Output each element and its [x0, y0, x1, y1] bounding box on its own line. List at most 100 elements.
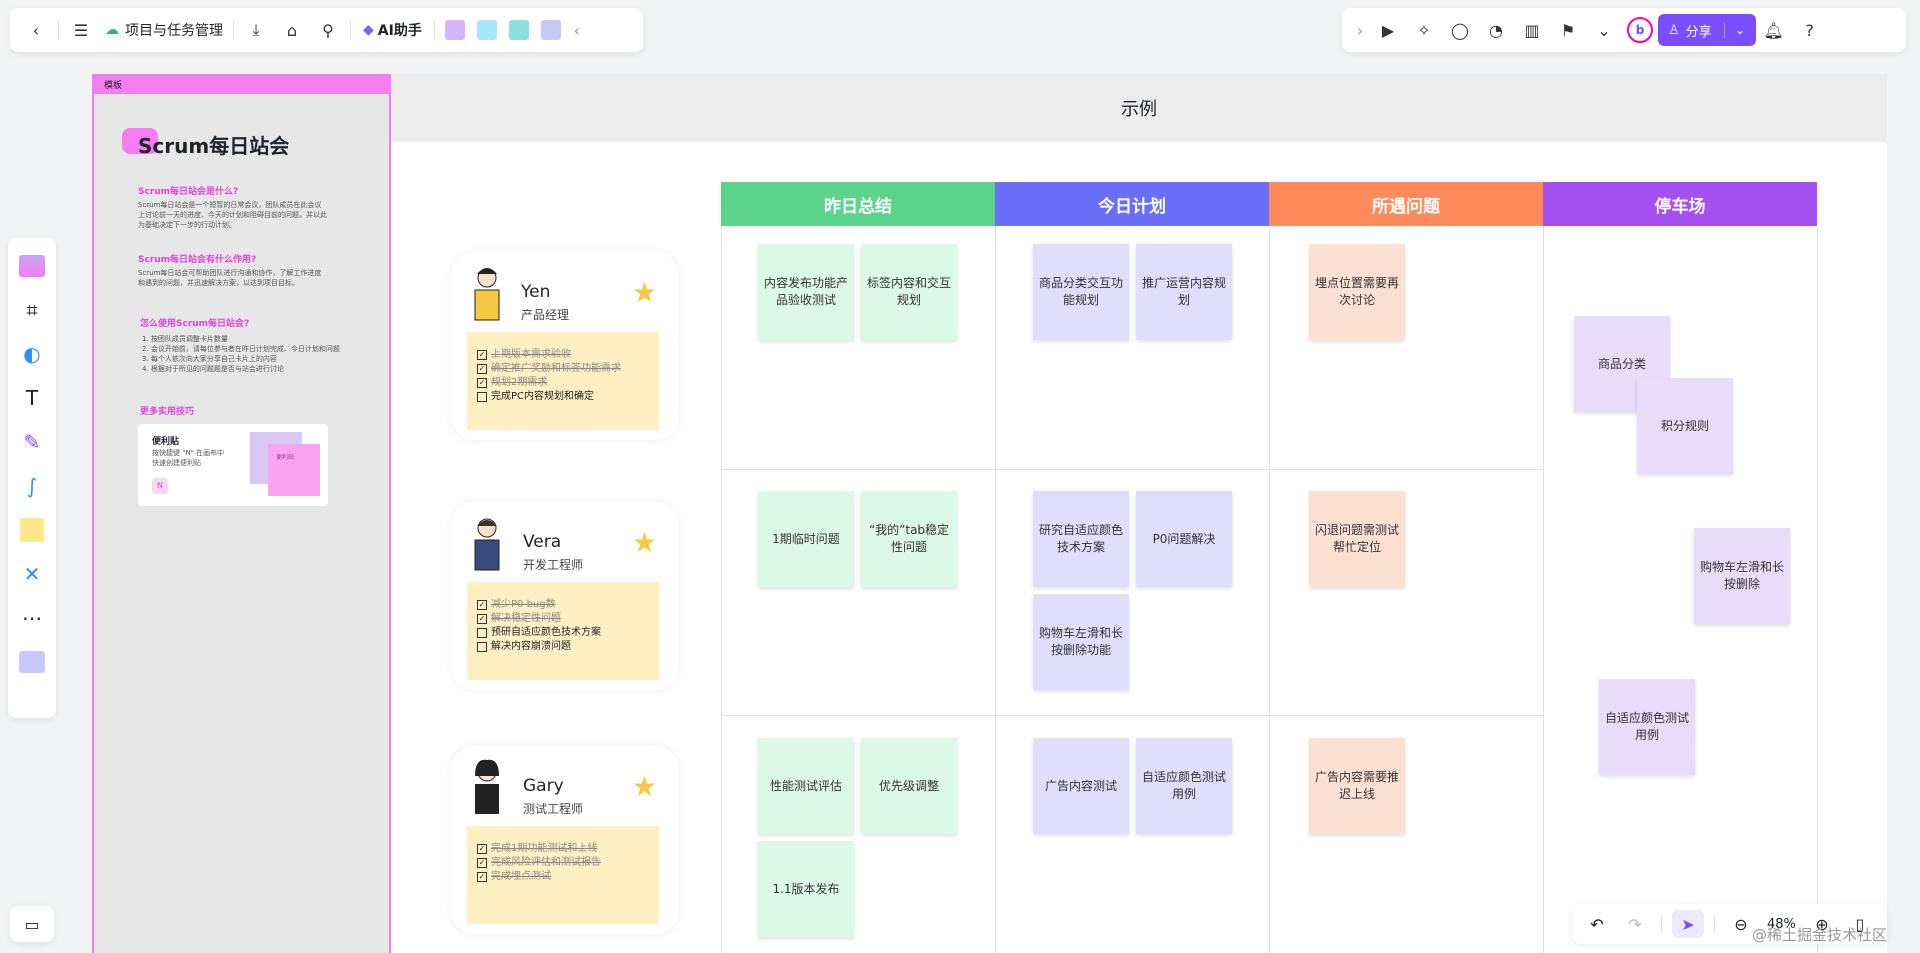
image-insert-icon[interactable]	[444, 20, 465, 40]
checkbox[interactable]	[477, 642, 487, 652]
connector-icon[interactable]: ∫	[12, 464, 52, 508]
sticky-note[interactable]: 埋点位置需要再次讨论	[1309, 244, 1405, 340]
tip-card: 便利贴 按快捷键 "N" 在画布中 快速创建便利贴 N 便利贴	[138, 424, 328, 506]
sticky-note[interactable]: 积分规则	[1637, 378, 1733, 474]
person-card-yen[interactable]: Yen 产品经理 ★ ✓ 上期版本需求验收 ✓ 确定推广奖励和标签功能需求 ✓ 规划2…	[451, 252, 679, 440]
sticky-note[interactable]: 广告内容需要推迟上线	[1309, 738, 1405, 834]
sticky-note[interactable]: 自适应颜色测试用例	[1136, 738, 1232, 834]
sticky-note[interactable]: 推广运营内容规划	[1136, 244, 1232, 340]
grid-line	[995, 226, 996, 953]
more-chevron-icon[interactable]: ⌄	[1586, 14, 1622, 46]
present-icon[interactable]: ▶	[1370, 14, 1406, 46]
menu-icon[interactable]: ☰	[63, 14, 99, 46]
checkbox-checked[interactable]: ✓	[477, 378, 487, 388]
doc-title[interactable]: ☁ 项目与任务管理	[99, 20, 229, 40]
template-q1: Scrum每日站会是什么?	[138, 187, 239, 197]
sticky-note[interactable]: 性能测试评估	[758, 738, 854, 834]
checkbox-checked[interactable]: ✓	[477, 844, 487, 854]
todo-item[interactable]: 完成PC内容规划和确定	[477, 390, 649, 404]
expand-chevron-icon[interactable]: ›	[1350, 14, 1370, 46]
person-avatar	[474, 518, 500, 571]
follow-icon[interactable]: ⚑	[1550, 14, 1586, 46]
template-a1: Scrum每日站会是一个短暂的日常会议，团队成员在此会议上讨论前一天的进度、今天…	[138, 201, 327, 229]
todo-item[interactable]: 解决内容崩溃问题	[477, 640, 649, 654]
text-icon[interactable]: T	[12, 376, 52, 420]
checkbox-checked[interactable]: ✓	[477, 858, 487, 868]
redo-icon[interactable]: ↷	[1619, 910, 1651, 938]
sticky-note[interactable]: 1.1版本发布	[758, 841, 854, 937]
sticky-note[interactable]: 购物车左滑和长按删除	[1694, 528, 1790, 624]
todo-text: 完成埋点测试	[491, 871, 551, 882]
person-card-gary[interactable]: Gary 测试工程师 ★ ✓ 完成1期功能测试和上线 ✓ 完成风险评估和测试报告 ✓…	[451, 746, 679, 934]
person-card-vera[interactable]: Vera 开发工程师 ★ ✓ 减少P0 bug数 ✓ 解决稳定性问题 预研自适应颜色…	[451, 502, 679, 690]
mindmap-icon[interactable]: ✕	[12, 552, 52, 596]
todo-item[interactable]: 预研自适应颜色技术方案	[477, 626, 649, 640]
tip-text2: 快速创建便利贴	[152, 459, 201, 467]
celebrate-icon[interactable]: ✧	[1406, 14, 1442, 46]
todo-item[interactable]: ✓ 减少P0 bug数	[477, 598, 649, 612]
flow-app-icon[interactable]	[508, 20, 529, 40]
checkbox-checked[interactable]: ✓	[477, 614, 487, 624]
tip-text1: 按快捷键 "N" 在画布中	[152, 449, 225, 457]
todo-text: 预研自适应颜色技术方案	[491, 627, 601, 638]
shape-icon[interactable]: ◐	[12, 332, 52, 376]
sticky-note[interactable]: 闪退问题需测试帮忙定位	[1309, 491, 1405, 587]
bell-icon[interactable]: 🔔︎	[1756, 14, 1792, 46]
template-bar: 模板	[92, 74, 391, 94]
template-icon[interactable]	[12, 244, 52, 288]
back-icon[interactable]: ‹	[18, 14, 54, 46]
more-icon[interactable]: ⋯	[12, 596, 52, 640]
tag-icon[interactable]: ⌂	[274, 14, 310, 46]
frame-icon[interactable]: ⌗	[12, 288, 52, 332]
timer-icon[interactable]: ◔	[1478, 14, 1514, 46]
todo-text: 解决内容崩溃问题	[491, 641, 571, 652]
checkbox[interactable]	[477, 628, 487, 638]
sticky-note[interactable]: 优先级调整	[861, 738, 957, 834]
todo-item[interactable]: ✓ 完成风险评估和测试报告	[477, 856, 649, 870]
ai-assistant-button[interactable]: ◆ AI助手	[355, 20, 430, 40]
person-name: Yen	[521, 282, 551, 302]
comment-icon[interactable]: ◯	[1442, 14, 1478, 46]
checkbox-checked[interactable]: ✓	[477, 350, 487, 360]
share-button[interactable]: ♙ 分享 ⌄	[1658, 14, 1756, 46]
divider	[1661, 914, 1662, 934]
todo-item[interactable]: ✓ 完成1期功能测试和上线	[477, 842, 649, 856]
sticky-note[interactable]: 1期临时问题	[758, 491, 854, 587]
todo-item[interactable]: ✓ 确定推广奖励和标签功能需求	[477, 362, 649, 376]
sticky-note[interactable]: 内容发布功能产品验收测试	[758, 244, 854, 340]
checkbox-checked[interactable]: ✓	[477, 600, 487, 610]
checkbox-checked[interactable]: ✓	[477, 364, 487, 374]
chevron-down-icon[interactable]: ⌄	[1723, 22, 1746, 38]
chat-app-icon[interactable]	[540, 20, 561, 40]
vote-icon[interactable]: ▥	[1514, 14, 1550, 46]
pen-icon[interactable]: ✎	[12, 420, 52, 464]
sticky-note[interactable]: 自适应颜色测试用例	[1599, 679, 1695, 775]
sticky-note[interactable]: P0问题解决	[1136, 491, 1232, 587]
todo-item[interactable]: ✓ 规划2期需求	[477, 376, 649, 390]
sticky-note[interactable]: “我的”tab稳定性问题	[861, 491, 957, 587]
template-step: 3. 每个人依次向大家分享自己卡片上的内容	[142, 355, 277, 363]
sticky-note[interactable]: 研究自适应颜色技术方案	[1033, 491, 1129, 587]
todo-item[interactable]: ✓ 解决稳定性问题	[477, 612, 649, 626]
sticky-note-icon[interactable]	[12, 508, 52, 552]
checkbox[interactable]	[477, 392, 487, 402]
download-icon[interactable]: ⤓	[238, 14, 274, 46]
undo-icon[interactable]: ↶	[1581, 910, 1613, 938]
sticky-note[interactable]: 购物车左滑和长按删除功能	[1033, 594, 1129, 690]
sticky-note[interactable]: 广告内容测试	[1033, 738, 1129, 834]
search-icon[interactable]: ⚲	[310, 14, 346, 46]
help-icon[interactable]: ?	[1792, 14, 1828, 46]
select-pointer-icon[interactable]: ➤	[1672, 910, 1704, 938]
collapse-chevron-icon[interactable]: ‹	[567, 14, 587, 46]
todo-item[interactable]: ✓ 完成埋点测试	[477, 870, 649, 884]
avatar[interactable]: b	[1622, 14, 1658, 46]
p-app-icon[interactable]	[476, 20, 497, 40]
sticky-note[interactable]: 标签内容和交互规划	[861, 244, 957, 340]
minimap-button[interactable]: ▭	[10, 906, 54, 942]
app-icon[interactable]	[12, 640, 52, 684]
sticky-note[interactable]: 商品分类交互功能规划	[1033, 244, 1129, 340]
todo-text: 完成风险评估和测试报告	[491, 857, 601, 868]
grid-line	[721, 715, 1543, 716]
checkbox-checked[interactable]: ✓	[477, 872, 487, 882]
todo-item[interactable]: ✓ 上期版本需求验收	[477, 348, 649, 362]
